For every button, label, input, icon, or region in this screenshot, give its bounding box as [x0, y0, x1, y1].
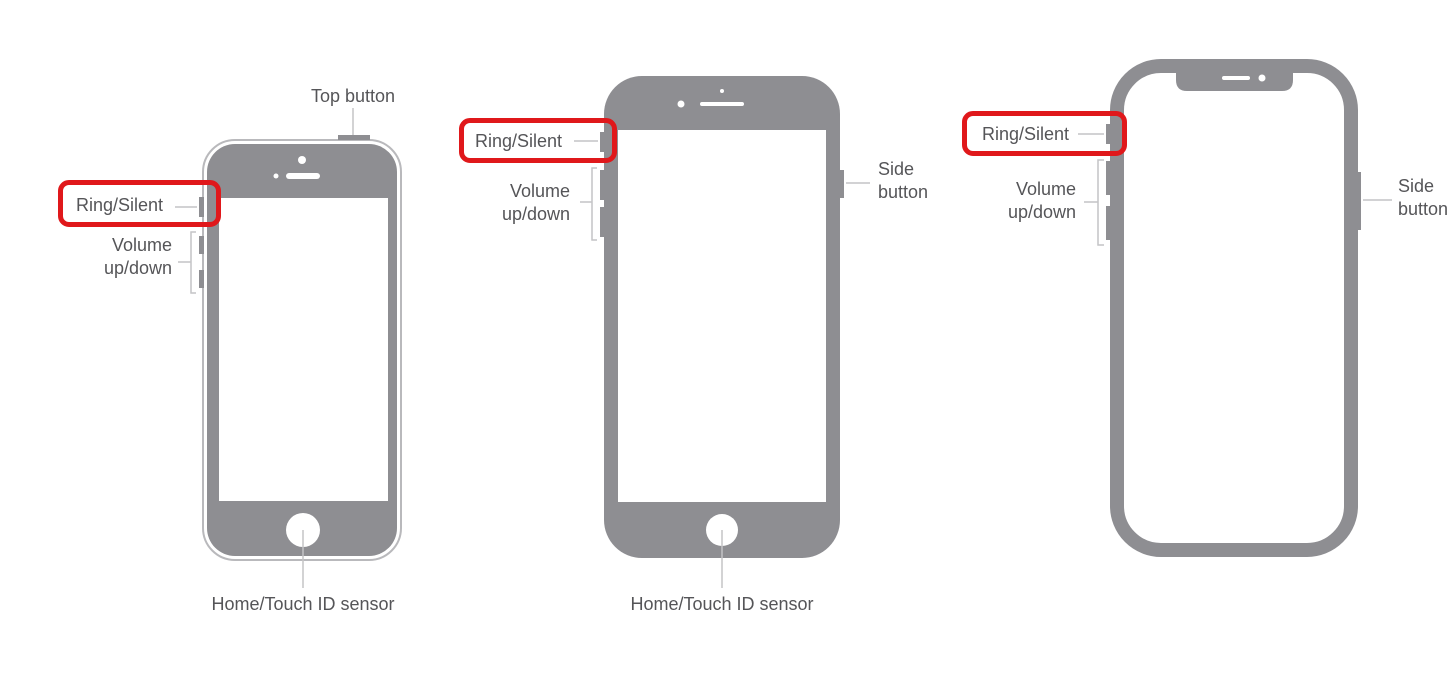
phone-1-front-camera-icon [298, 156, 306, 164]
phone-2-screen [618, 130, 826, 502]
phone-1-ring-silent-label: Ring/Silent [76, 195, 164, 215]
phone-3-frame [1110, 59, 1358, 557]
phone-1-sensor-icon [273, 173, 279, 179]
phone-3-front-camera-icon [1258, 74, 1266, 82]
phone-3-ring-silent-label: Ring/Silent [982, 124, 1070, 144]
phone-3-side-label-line2: button [1398, 199, 1449, 219]
phone-2-volume-label-line2: up/down [501, 204, 570, 224]
phone-1-home-label: Home/Touch ID sensor [211, 594, 395, 614]
phone-2-volume-bracket [580, 167, 597, 241]
phone-3-volume-label-line2: up/down [1007, 202, 1076, 222]
phone-2-volume-down [600, 207, 605, 237]
phone-1-volume-label-line2: up/down [103, 258, 172, 278]
phone-3-side-button [1356, 172, 1361, 230]
phone-2-side-label-line1: Side [878, 159, 915, 179]
phone-1-volume-bracket [178, 231, 196, 294]
phone-2-volume-label-line1: Volume [509, 181, 570, 201]
phone-3-side-label-line1: Side [1398, 176, 1435, 196]
phone-1-volume-down [199, 270, 204, 288]
phone-2-side-label-line2: button [878, 182, 929, 202]
phone-2-side-button [839, 170, 844, 198]
phone-2-front-camera-icon [720, 89, 724, 93]
phone-3-volume-bracket [1084, 159, 1104, 246]
phone-3-notch [1176, 70, 1293, 91]
phone-1-top-button [338, 135, 370, 140]
phone-1-earpiece [286, 173, 320, 179]
phone-3-earpiece [1222, 76, 1250, 80]
phone-2-sensor-icon [677, 100, 685, 108]
phone-2-home-label: Home/Touch ID sensor [630, 594, 814, 614]
phone-2-earpiece [700, 102, 744, 106]
phone-2-volume-up [600, 170, 605, 200]
phone-1-volume-label-line1: Volume [111, 235, 172, 255]
phone-2 [574, 76, 870, 588]
phone-1-screen [219, 198, 388, 501]
phone-3-volume-label-line1: Volume [1015, 179, 1076, 199]
iphone-diagram [175, 59, 1392, 588]
phone-3-volume-up [1106, 161, 1111, 195]
phone-2-ring-silent-label: Ring/Silent [475, 131, 563, 151]
phone-3-volume-down [1106, 206, 1111, 240]
phone-1-top-button-label: Top button [310, 86, 396, 106]
phone-1-volume-up [199, 236, 204, 254]
